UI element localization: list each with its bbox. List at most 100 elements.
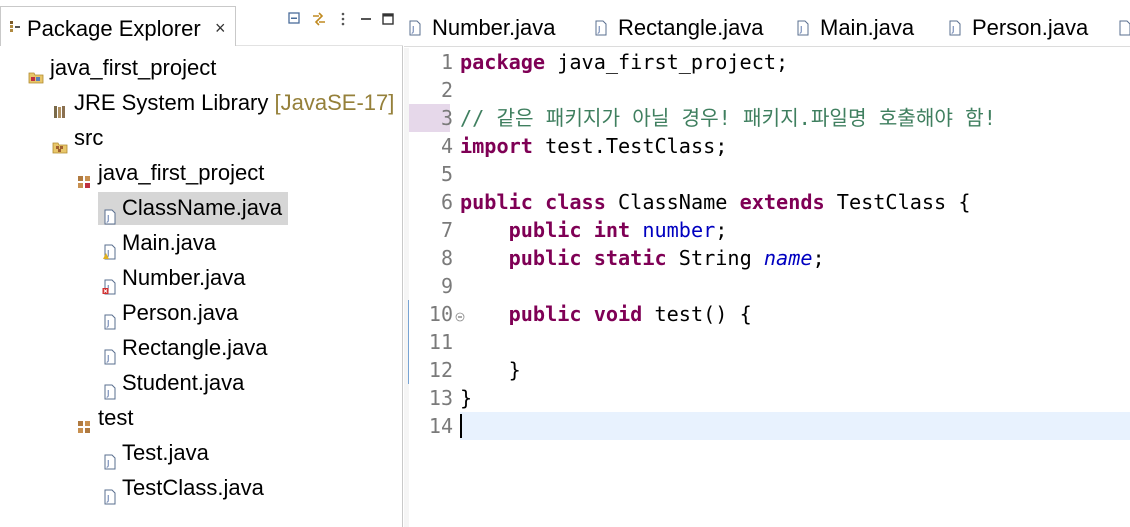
svg-text:J: J bbox=[411, 25, 414, 34]
tab-number-java[interactable]: J Number.java bbox=[408, 8, 578, 46]
tree-item-label: java_first_project bbox=[50, 55, 217, 80]
code-text: ; bbox=[715, 218, 728, 242]
java-file-icon: J bbox=[796, 20, 810, 36]
code-line-4: import test.TestClass; bbox=[460, 132, 727, 160]
tree-item-label: ClassName.java bbox=[122, 195, 283, 220]
tree-item-label: test bbox=[98, 405, 134, 430]
tree-item-jre-library[interactable]: JRE System Library [JavaSE-17] bbox=[0, 85, 403, 120]
tree-item-classname-java[interactable]: J ClassName.java bbox=[0, 190, 403, 225]
keyword: public bbox=[460, 190, 533, 214]
java-file-icon: J bbox=[102, 480, 118, 505]
static-field-name: name bbox=[763, 246, 813, 270]
line-number: 6 bbox=[440, 190, 453, 214]
maximize-icon[interactable] bbox=[379, 10, 397, 28]
java-file-icon: J bbox=[102, 305, 118, 330]
java-file-icon: J bbox=[408, 20, 422, 36]
code-text: String bbox=[666, 246, 764, 270]
tree-item-label: Rectangle.java bbox=[122, 335, 268, 360]
source-folder-icon bbox=[52, 130, 68, 154]
tab-rectangle-java[interactable]: J Rectangle.java bbox=[594, 8, 774, 46]
keyword: public bbox=[508, 302, 582, 326]
tree-item-main-java[interactable]: J Main.java bbox=[0, 225, 403, 260]
code-line-8: public static String name; bbox=[460, 244, 825, 272]
line-number: 14 bbox=[428, 414, 453, 438]
svg-text:J: J bbox=[106, 214, 109, 223]
tree-item-src[interactable]: src bbox=[0, 120, 403, 155]
keyword: static bbox=[593, 246, 667, 270]
tree-item-project[interactable]: java_first_project bbox=[0, 50, 403, 85]
collapse-all-icon[interactable] bbox=[286, 10, 304, 28]
tab-label: Package Explorer bbox=[27, 16, 201, 41]
code-text: TestClass { bbox=[824, 190, 971, 214]
field-name: number bbox=[642, 218, 716, 242]
tab-overflow[interactable] bbox=[1118, 8, 1130, 46]
keyword: void bbox=[593, 302, 643, 326]
text-caret bbox=[460, 414, 462, 438]
line-number: 13 bbox=[428, 386, 453, 410]
editor-tab-bar: J Number.java J Rectangle.java J Main.ja… bbox=[404, 0, 1130, 47]
link-with-editor-icon[interactable] bbox=[310, 10, 328, 28]
code-text: ClassName bbox=[605, 190, 740, 214]
line-number: 2 bbox=[440, 78, 453, 102]
line-number: 1 bbox=[440, 50, 453, 74]
package-explorer-view: Package Explorer × java_first_project JR… bbox=[0, 0, 403, 527]
java-file-icon: J bbox=[102, 375, 118, 400]
code-text: java_first_project; bbox=[545, 50, 789, 74]
project-icon bbox=[28, 60, 44, 84]
keyword: public bbox=[508, 246, 582, 270]
java-file-icon bbox=[1118, 20, 1130, 36]
code-text: test() { bbox=[642, 302, 752, 326]
svg-text:J: J bbox=[106, 459, 109, 468]
svg-text:J: J bbox=[106, 354, 109, 363]
tree-item-person-java[interactable]: J Person.java bbox=[0, 295, 403, 330]
tree-item-test-package[interactable]: test bbox=[0, 400, 403, 435]
line-number: 10 bbox=[428, 302, 453, 326]
line-number: 5 bbox=[440, 162, 453, 186]
code-text: } bbox=[460, 386, 473, 410]
line-number: 4 bbox=[440, 134, 453, 158]
minimize-icon[interactable] bbox=[357, 10, 375, 28]
java-file-icon: J bbox=[102, 340, 118, 365]
line-number: 12 bbox=[428, 358, 453, 382]
keyword: import bbox=[460, 134, 533, 158]
tree-item-number-java[interactable]: J Number.java bbox=[0, 260, 403, 295]
tree-item-label: Student.java bbox=[122, 370, 245, 395]
comment: // 같은 패키지가 아닐 경우! 패키지.파일명 호출해야 함! bbox=[460, 106, 996, 130]
package-explorer-header: Package Explorer × bbox=[0, 0, 403, 46]
view-menu-icon[interactable] bbox=[334, 10, 352, 28]
tab-main-java[interactable]: J Main.java bbox=[796, 8, 931, 46]
keyword: package bbox=[460, 50, 546, 74]
tree-item-label: Person.java bbox=[122, 300, 239, 325]
code-line-3: // 같은 패키지가 아닐 경우! 패키지.파일명 호출해야 함! bbox=[460, 104, 996, 132]
package-explorer-icon bbox=[9, 20, 21, 34]
code-editor: J Number.java J Rectangle.java J Main.ja… bbox=[404, 0, 1130, 527]
keyword: extends bbox=[739, 190, 825, 214]
svg-text:J: J bbox=[106, 389, 109, 398]
tab-package-explorer[interactable]: Package Explorer × bbox=[0, 6, 236, 46]
library-icon bbox=[52, 95, 68, 118]
svg-text:J: J bbox=[799, 25, 802, 34]
current-line-highlight bbox=[460, 412, 1130, 440]
tree-item-label: src bbox=[74, 125, 104, 150]
tree-item-label: TestClass.java bbox=[122, 475, 264, 500]
package-icon bbox=[76, 165, 92, 188]
code-text: } bbox=[508, 358, 521, 382]
tab-label: Number.java bbox=[432, 15, 556, 40]
tree-item-rectangle-java[interactable]: J Rectangle.java bbox=[0, 330, 403, 365]
code-text-area[interactable]: package java_first_project; // 같은 패키지가 아… bbox=[460, 48, 1130, 527]
tree-item-label: Main.java bbox=[122, 230, 217, 255]
tab-label: Main.java bbox=[820, 15, 915, 40]
tree-item-test-java[interactable]: J Test.java bbox=[0, 435, 403, 470]
java-file-icon: J bbox=[594, 20, 608, 36]
tab-person-java[interactable]: J Person.java bbox=[948, 8, 1108, 46]
code-line-6: public class ClassName extends TestClass… bbox=[460, 188, 971, 216]
code-line-13: } bbox=[460, 384, 472, 412]
java-file-icon: J bbox=[102, 445, 118, 470]
tree-item-student-java[interactable]: J Student.java bbox=[0, 365, 403, 400]
code-line-10: public void test() { bbox=[460, 300, 752, 328]
tree-item-package[interactable]: java_first_project bbox=[0, 155, 403, 190]
jre-version-decoration: [JavaSE-17] bbox=[274, 90, 395, 115]
tree-item-testclass-java[interactable]: J TestClass.java bbox=[0, 470, 403, 505]
line-number: 8 bbox=[440, 246, 453, 270]
close-icon[interactable]: × bbox=[215, 18, 226, 39]
